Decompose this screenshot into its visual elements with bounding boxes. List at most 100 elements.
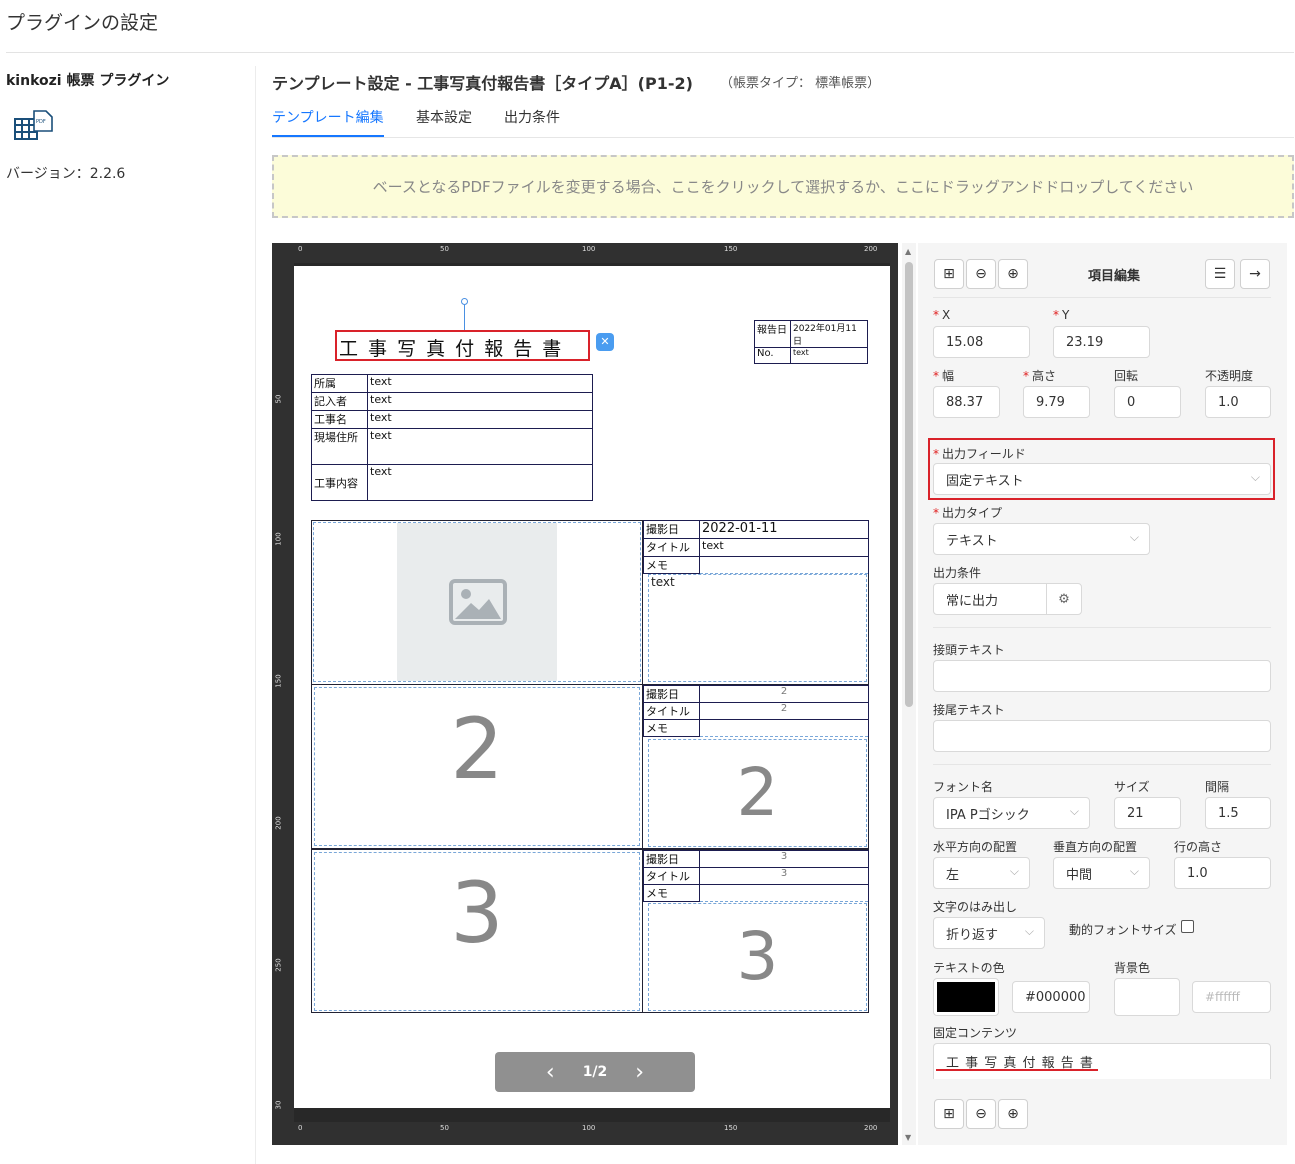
fixed-content-label: 固定コンテンツ xyxy=(933,1026,1018,1040)
zoom-in-icon[interactable]: ⊕ xyxy=(998,1099,1028,1129)
photo3-number: 3 xyxy=(450,864,504,962)
ruler-mark: 150 xyxy=(724,245,738,253)
scroll-down-icon[interactable]: ▼ xyxy=(905,1133,911,1142)
bg-color-label: 背景色 xyxy=(1114,961,1151,975)
photo1-memo-value[interactable]: text xyxy=(648,574,867,682)
fixed-content-textarea[interactable]: 工 事 写 真 付 報 告 書 xyxy=(933,1043,1271,1079)
report-no-label: No. xyxy=(754,347,791,364)
output-type-select[interactable]: テキスト xyxy=(933,523,1150,555)
zoom-in-icon[interactable]: ⊕ xyxy=(998,259,1028,289)
photo1-date-label: 撮影日 xyxy=(643,520,700,539)
photo3-date-value[interactable]: 3 xyxy=(699,850,869,868)
photo1-date-value[interactable]: 2022-01-11 xyxy=(699,520,869,539)
ruler-left: 50 100 150 200 250 30 xyxy=(272,263,294,1122)
prefix-input[interactable] xyxy=(933,660,1271,692)
dynamic-font-checkbox[interactable] xyxy=(1181,920,1194,933)
photo1-title-value[interactable]: text xyxy=(699,538,869,557)
size-input[interactable]: 21 xyxy=(1114,797,1181,829)
bg-color-input[interactable]: #ffffff xyxy=(1192,981,1271,1013)
y-input[interactable]: 23.19 xyxy=(1053,326,1150,358)
delete-field-button[interactable]: ✕ xyxy=(596,333,614,351)
gear-icon[interactable]: ⚙ xyxy=(1046,583,1082,615)
info-value[interactable]: text xyxy=(367,464,593,501)
info-value[interactable]: text xyxy=(367,374,593,393)
output-field-select[interactable]: 固定テキスト xyxy=(933,463,1271,495)
photo2-memo-label: メモ xyxy=(643,719,700,737)
info-value[interactable]: text xyxy=(367,392,593,411)
photo3-memo-label: メモ xyxy=(643,884,700,902)
line-height-input[interactable]: 1.0 xyxy=(1174,857,1271,889)
height-input[interactable]: 9.79 xyxy=(1023,386,1090,418)
tab-basic-settings[interactable]: 基本設定 xyxy=(416,107,472,135)
doc-title-text: 工 事 写 真 付 報 告 書 xyxy=(339,338,564,360)
info-value[interactable]: text xyxy=(367,410,593,429)
overflow-select[interactable]: 折り返す xyxy=(933,917,1045,949)
zoom-out-icon[interactable]: ⊖ xyxy=(966,1099,996,1129)
photo1-memo-label: メモ xyxy=(643,556,700,574)
spacing-input[interactable]: 1.5 xyxy=(1205,797,1271,829)
output-type-label: * 出力タイプ xyxy=(933,506,1003,520)
width-label: * 幅 xyxy=(933,369,955,383)
report-no-value[interactable]: text xyxy=(790,347,868,364)
photo3-meta: 撮影日 3 タイトル 3 メモ xyxy=(643,850,869,902)
selected-title-field[interactable]: 工 事 写 真 付 報 告 書 xyxy=(335,330,590,361)
output-condition-input[interactable]: 常に出力 xyxy=(933,583,1047,615)
y-label: * Y xyxy=(1053,308,1070,322)
opacity-input[interactable]: 1.0 xyxy=(1205,386,1271,418)
overflow-label: 文字のはみ出し xyxy=(933,900,1018,914)
menu-icon[interactable]: ☰ xyxy=(1205,259,1235,289)
fit-view-icon[interactable]: ⊞ xyxy=(934,1099,964,1129)
text-color-input[interactable]: #000000 xyxy=(1012,981,1090,1013)
halign-select[interactable]: 左 xyxy=(933,857,1030,889)
report-date-value[interactable]: 2022年01月11日 xyxy=(790,320,868,348)
ruler-mark: 50 xyxy=(440,245,449,253)
tab-template-edit[interactable]: テンプレート編集 xyxy=(272,107,384,137)
arrow-right-icon[interactable]: → xyxy=(1240,259,1270,289)
suffix-input[interactable] xyxy=(933,720,1271,752)
valign-select[interactable]: 中間 xyxy=(1053,857,1150,889)
ruler-mark: 0 xyxy=(298,245,303,253)
fixed-content-underline xyxy=(936,1069,1098,1071)
ruler-right xyxy=(890,263,898,1122)
height-label: * 高さ xyxy=(1023,369,1057,383)
ruler-mark: 50 xyxy=(440,1124,449,1132)
scroll-up-icon[interactable]: ▲ xyxy=(905,247,911,256)
rotate-handle-line xyxy=(464,305,465,331)
photo3-memo-number[interactable]: 3 xyxy=(648,903,867,1011)
info-value[interactable]: text xyxy=(367,428,593,465)
ruler-mark: 50 xyxy=(274,394,283,404)
svg-text:PDF: PDF xyxy=(36,119,46,125)
prev-page-button[interactable]: ‹ xyxy=(546,1060,555,1085)
template-title: テンプレート設定 - 工事写真付報告書［タイプA］(P1-2) xyxy=(272,74,693,93)
next-page-button[interactable]: › xyxy=(635,1060,644,1085)
x-input[interactable]: 15.08 xyxy=(933,326,1030,358)
panel-title: 項目編集 xyxy=(1088,269,1141,284)
photo3-title-value[interactable]: 3 xyxy=(699,867,869,885)
fit-view-icon[interactable]: ⊞ xyxy=(934,259,964,289)
photo2-memo-number[interactable]: 2 xyxy=(648,739,867,847)
font-select[interactable]: IPA Pゴシック xyxy=(933,797,1090,829)
photo2-title-value[interactable]: 2 xyxy=(699,702,869,720)
report-header-table: 報告日 2022年01月11日 No. text xyxy=(754,320,868,364)
rotate-input[interactable]: 0 xyxy=(1114,386,1181,418)
pdf-dropzone[interactable]: ベースとなるPDFファイルを変更する場合、ここをクリックして選択するか、ここにド… xyxy=(272,155,1294,218)
ruler-mark: 200 xyxy=(864,245,878,253)
tab-output-conditions[interactable]: 出力条件 xyxy=(504,107,560,135)
text-color-swatch[interactable] xyxy=(933,978,999,1016)
plugin-version: バージョン：2.2.6 xyxy=(6,166,126,182)
page-title: プラグインの設定 xyxy=(6,12,159,34)
info-label: 工事名 xyxy=(311,410,368,429)
ruler-mark: 150 xyxy=(724,1124,738,1132)
output-condition-label: 出力条件 xyxy=(933,566,982,580)
ruler-mark: 30 xyxy=(274,1100,283,1110)
font-label: フォント名 xyxy=(933,780,994,794)
zoom-out-icon[interactable]: ⊖ xyxy=(966,259,996,289)
width-input[interactable]: 88.37 xyxy=(933,386,1000,418)
scrollbar-thumb[interactable] xyxy=(905,262,913,707)
photo2-date-value[interactable]: 2 xyxy=(699,685,869,703)
ruler-mark: 150 xyxy=(274,674,283,688)
photo1-title-label: タイトル xyxy=(643,538,700,557)
ruler-mark: 0 xyxy=(298,1124,303,1132)
rotate-handle[interactable] xyxy=(461,298,468,305)
bg-color-swatch[interactable] xyxy=(1114,978,1180,1016)
